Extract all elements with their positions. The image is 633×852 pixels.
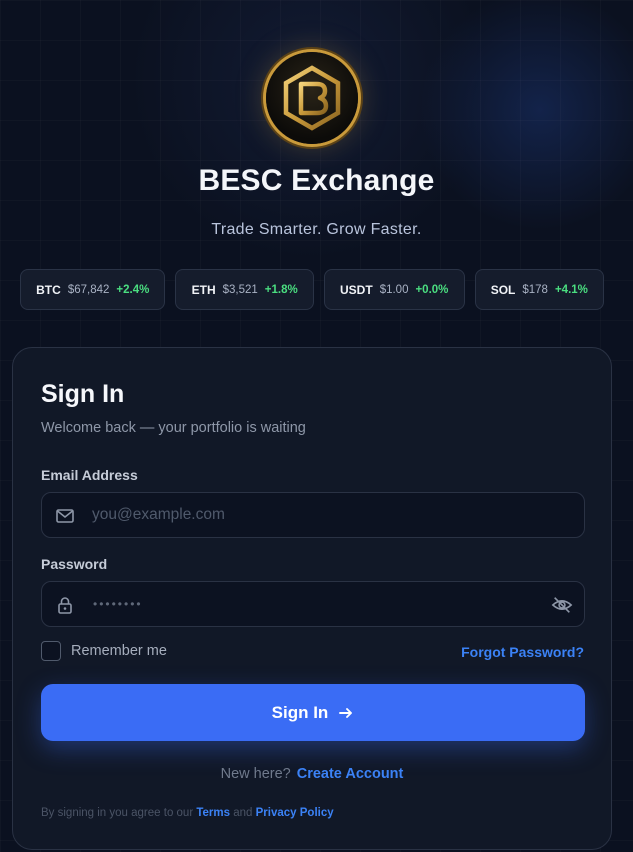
terms-link[interactable]: Terms xyxy=(196,807,230,819)
create-account-link[interactable]: Create Account xyxy=(297,766,404,782)
password-label: Password xyxy=(41,556,108,572)
arrow-right-icon xyxy=(339,707,353,718)
brand-logo xyxy=(266,52,358,144)
remember-me-checkbox[interactable] xyxy=(41,641,61,661)
ticker-price: $178 xyxy=(522,283,548,296)
ticker-change: +2.4% xyxy=(116,283,150,296)
ticker-symbol: SOL xyxy=(490,282,516,297)
ticker-usdt[interactable]: USDT $1.00 +0.0% xyxy=(323,269,465,310)
hexagon-b-logo-icon xyxy=(283,65,341,131)
ticker-symbol: USDT xyxy=(340,282,373,297)
ticker-change: +1.8% xyxy=(264,283,298,296)
ticker-change: +0.0% xyxy=(415,283,449,296)
legal-prefix: By signing in you agree to our xyxy=(41,807,194,819)
signup-prompt: New here? Create Account xyxy=(13,766,611,782)
email-label: Email Address xyxy=(41,467,138,483)
forgot-password-link[interactable]: Forgot Password? xyxy=(461,644,584,660)
ticker-price: $3,521 xyxy=(222,283,258,296)
ticker-sol[interactable]: SOL $178 +4.1% xyxy=(474,269,605,310)
ticker-btc[interactable]: BTC $67,842 +2.4% xyxy=(20,269,166,310)
legal-and: and xyxy=(233,807,253,819)
remember-me[interactable]: Remember me xyxy=(41,641,167,661)
brand-title: BESC Exchange xyxy=(198,164,435,197)
signin-card: Sign In Welcome back — your portfolio is… xyxy=(12,347,612,850)
ticker-price: $1.00 xyxy=(379,283,409,296)
ticker-symbol: BTC xyxy=(36,282,61,297)
sign-in-button-label: Sign In xyxy=(271,702,329,722)
ticker-symbol: ETH xyxy=(191,282,216,297)
privacy-policy-link[interactable]: Privacy Policy xyxy=(256,807,334,819)
eye-off-icon[interactable] xyxy=(551,594,573,616)
password-field[interactable]: •••••••• xyxy=(41,581,585,627)
ticker-price: $67,842 xyxy=(67,283,110,296)
password-masked-value: •••••••• xyxy=(93,597,143,611)
legal-notice: By signing in you agree to our Terms and… xyxy=(41,807,334,819)
ticker-change: +4.1% xyxy=(554,283,588,296)
email-field-container xyxy=(41,492,585,538)
mail-icon xyxy=(56,509,74,523)
lock-icon xyxy=(58,597,72,614)
signin-subtitle: Welcome back — your portfolio is waiting xyxy=(41,420,306,436)
brand-tagline: Trade Smarter. Grow Faster. xyxy=(211,221,422,238)
remember-me-label: Remember me xyxy=(71,643,167,659)
email-input[interactable] xyxy=(92,493,532,537)
sign-in-button[interactable]: Sign In xyxy=(41,684,585,741)
price-ticker-bar: BTC $67,842 +2.4% ETH $3,521 +1.8% USDT … xyxy=(20,269,605,310)
new-here-text: New here? xyxy=(220,766,291,782)
signin-title: Sign In xyxy=(41,380,125,408)
ticker-eth[interactable]: ETH $3,521 +1.8% xyxy=(175,269,314,310)
